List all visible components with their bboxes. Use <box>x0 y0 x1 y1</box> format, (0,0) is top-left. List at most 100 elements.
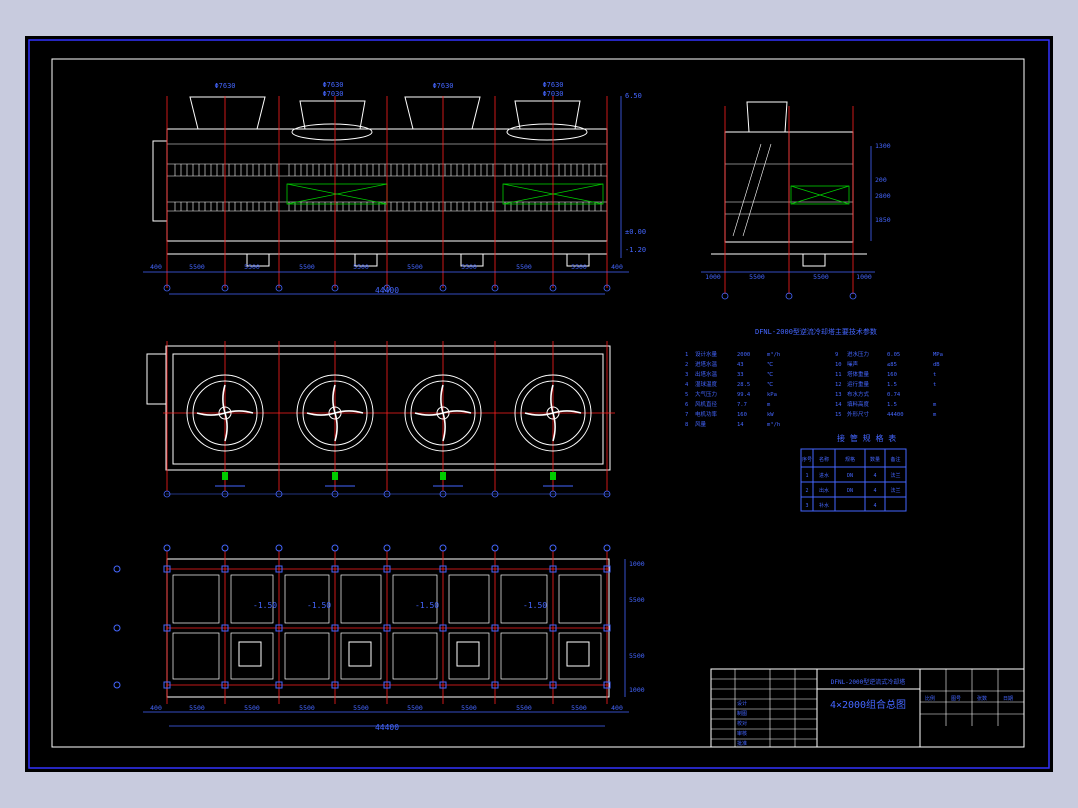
found-level-0: -1.50 <box>253 601 277 610</box>
found-axis-bubble-3 <box>331 544 339 552</box>
elev-dim-8: 5500 <box>571 263 587 271</box>
elev-dim-6: 5500 <box>461 263 477 271</box>
elevation-bottom-dimensions: 400 5500 5500 5500 5500 5500 5500 5500 5500 400 <box>150 263 623 271</box>
side-rdim-2: 2800 <box>875 192 891 200</box>
tb-right-label-2: 张数 <box>977 695 987 702</box>
fan-stack-4 <box>506 100 588 141</box>
side-dim-1: 5500 <box>749 273 765 281</box>
elev-dim-4: 5500 <box>353 263 369 271</box>
pipe-header-2: 规格 <box>845 456 855 463</box>
found-dim-8: 5500 <box>571 704 587 712</box>
svg-text:2000: 2000 <box>737 352 750 358</box>
svg-text:43: 43 <box>737 362 744 368</box>
svg-text:44400: 44400 <box>887 412 904 418</box>
fan-stack-3 <box>404 96 481 130</box>
side-elevation-view: 1000 5500 5500 1000 1300 200 2800 1850 <box>701 101 891 300</box>
found-sump <box>456 641 480 667</box>
svg-text:1.5: 1.5 <box>887 402 897 408</box>
svg-text:3: 3 <box>805 503 808 509</box>
side-stair <box>732 143 772 237</box>
tb-left-label-3: 审核 <box>737 730 747 737</box>
found-axis-bubble-1 <box>221 544 229 552</box>
svg-text:补水: 补水 <box>819 502 829 509</box>
svg-text:m: m <box>933 412 937 418</box>
pipe-header-4: 备注 <box>890 456 900 463</box>
cad-viewport[interactable]: 400 5500 5500 5500 5500 5500 5500 5500 5500 400 4… <box>25 36 1053 772</box>
svg-text:15: 15 <box>835 412 842 418</box>
svg-text:1.5: 1.5 <box>887 382 897 388</box>
fan-label-4b: Φ7030 <box>542 90 563 98</box>
plan-inner <box>172 353 604 465</box>
plan-inlet-4 <box>550 472 556 480</box>
svg-text:噪声: 噪声 <box>847 360 859 368</box>
foundation-plan-view: 400 5500 5500 5500 5500 5500 5500 5500 5500 400 4… <box>113 544 645 732</box>
fan-label-4: Φ7630 <box>542 81 563 89</box>
drawing-title: 4×2000组合总图 <box>830 698 906 711</box>
svg-text:28.5: 28.5 <box>737 382 750 388</box>
side-rdim-1: 200 <box>875 176 887 184</box>
svg-text:14: 14 <box>737 422 744 428</box>
svg-text:5: 5 <box>685 392 688 398</box>
svg-text:m³/h: m³/h <box>767 421 780 428</box>
svg-text:设计水量: 设计水量 <box>695 350 718 358</box>
level-minus: -1.20 <box>625 246 646 254</box>
svg-text:11: 11 <box>835 372 842 378</box>
found-level-1: -1.50 <box>307 601 331 610</box>
found-cell <box>230 574 274 624</box>
plan-inlet-1 <box>222 472 228 480</box>
fan-label-2: Φ7630 <box>322 81 343 89</box>
svg-text:布水方式: 布水方式 <box>847 390 870 398</box>
found-rdim-0: 1000 <box>629 560 645 568</box>
foundation-right-dimensions: 1000 5500 5500 1000 <box>629 560 645 694</box>
svg-text:8: 8 <box>685 422 688 428</box>
svg-text:电机功率: 电机功率 <box>695 410 718 418</box>
svg-text:m: m <box>767 402 771 408</box>
found-dim-7: 5500 <box>516 704 532 712</box>
svg-text:14: 14 <box>835 402 842 408</box>
found-sump <box>238 641 262 667</box>
found-sump <box>566 641 590 667</box>
elevation-stair <box>152 140 168 222</box>
elev-dim-5: 5500 <box>407 263 423 271</box>
svg-text:℃: ℃ <box>767 372 774 378</box>
found-cell <box>558 632 602 680</box>
found-cell <box>392 632 438 680</box>
svg-text:m: m <box>933 402 937 408</box>
side-dim-0: 1000 <box>705 273 721 281</box>
plan-view <box>146 341 615 498</box>
side-axis-lines <box>721 106 857 300</box>
svg-text:3: 3 <box>685 372 688 378</box>
elev-dim-3: 5500 <box>299 263 315 271</box>
level-top: 6.50 <box>625 92 642 100</box>
fan-label-1: Φ7630 <box>214 82 235 90</box>
pipe-title: 接 管 规 格 表 <box>837 433 896 443</box>
svg-text:t: t <box>933 372 936 378</box>
found-cell <box>392 574 438 624</box>
elev-dim-9: 400 <box>611 263 623 271</box>
foundation-levels: -1.50 -1.50 -1.50 -1.50 <box>253 601 547 610</box>
svg-text:法兰: 法兰 <box>890 472 900 479</box>
found-dim-2: 5500 <box>244 704 260 712</box>
svg-text:风量: 风量 <box>695 421 707 428</box>
svg-text:m³/h: m³/h <box>767 351 780 358</box>
elev-dim-0: 400 <box>150 263 162 271</box>
found-axis-bubble-6 <box>491 544 499 552</box>
side-fan-stack <box>746 101 788 133</box>
svg-text:出水: 出水 <box>819 487 829 494</box>
plan-outer <box>165 345 611 471</box>
svg-text:DN: DN <box>847 473 853 479</box>
svg-text:MPa: MPa <box>933 352 943 358</box>
foundation-overall-dim: 44400 <box>375 723 399 732</box>
found-dim-6: 5500 <box>461 704 477 712</box>
svg-text:湿球温度: 湿球温度 <box>695 380 718 388</box>
found-row-bubble-1 <box>113 624 121 632</box>
svg-text:4: 4 <box>873 473 876 479</box>
found-cell <box>340 632 382 680</box>
side-dim-3: 1000 <box>856 273 872 281</box>
svg-text:0.05: 0.05 <box>887 352 900 358</box>
side-bottom-dimensions: 1000 5500 5500 1000 <box>705 273 872 281</box>
svg-text:4: 4 <box>873 503 876 509</box>
plan-inlet-2 <box>332 472 338 480</box>
fill-packs-green <box>286 183 604 205</box>
found-dim-5: 5500 <box>407 704 423 712</box>
